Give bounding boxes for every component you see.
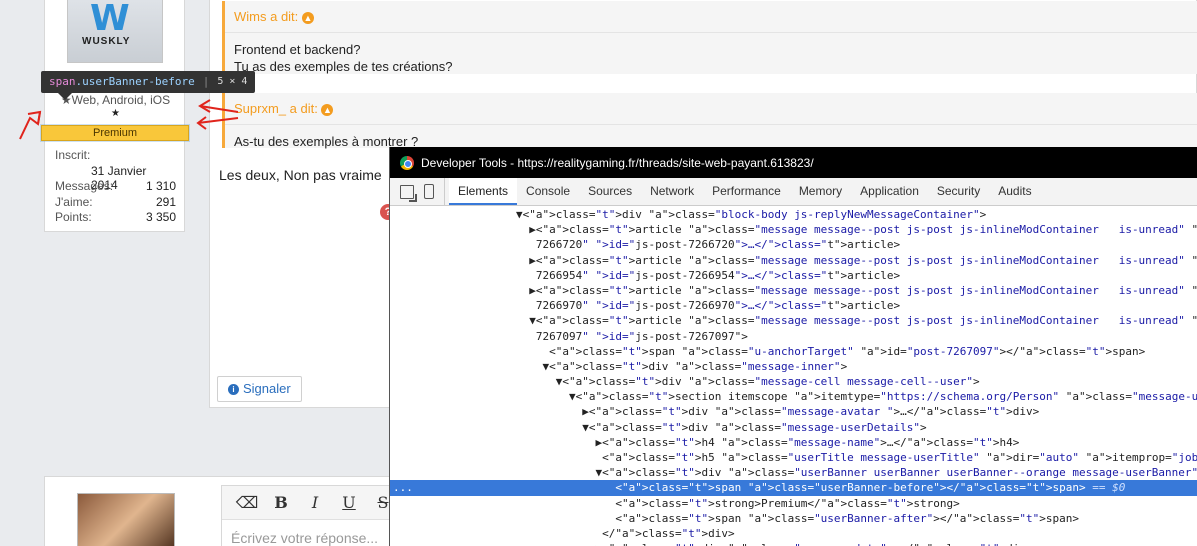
italic-icon[interactable]: I (298, 493, 332, 512)
tooltip-size: 5 × 4 (217, 76, 248, 87)
dom-node-line[interactable]: <"a">class="t">span "a">class="userBanne… (390, 511, 1197, 526)
dom-node-line[interactable]: ▼<"a">class="t">div "a">class="block-bod… (390, 207, 1197, 222)
stat-label: J'aime: (55, 194, 93, 209)
reply-input[interactable]: Écrivez votre réponse... (222, 520, 404, 546)
dom-node-line[interactable]: <"a">class="t">span "a">class="u-anchorT… (390, 344, 1197, 359)
tab-sources[interactable]: Sources (579, 178, 641, 205)
tooltip-arrow (58, 93, 72, 100)
dom-node-line[interactable]: <"a">class="t">span "a">class="userBanne… (390, 480, 1197, 496)
report-label: Signaler (243, 381, 291, 396)
avatar-logo-letter: W (90, 0, 130, 39)
underline-icon[interactable]: U (332, 493, 366, 512)
tab-network[interactable]: Network (641, 178, 703, 205)
tab-security[interactable]: Security (928, 178, 989, 205)
stat-label: Messages: (55, 179, 114, 193)
dom-node-line[interactable]: ▶<"a">class="t">article "a">class="messa… (390, 283, 1197, 298)
tooltip-class: .userBanner-before (75, 75, 195, 88)
quote-line: Frontend et backend? (234, 42, 361, 57)
info-icon: i (228, 383, 239, 395)
dom-node-line[interactable]: 7266954" ">id="js-post-7266954">…</">cla… (390, 268, 1197, 283)
stat-label: Inscrit: (55, 148, 91, 162)
stat-points: Points: 3 350 (55, 210, 176, 226)
quote-suprxm: Suprxm_ a dit: ▲ As-tu des exemples à mo… (222, 93, 1197, 149)
stat-value[interactable]: 3 350 (146, 210, 176, 226)
quote-line: Tu as des exemples de tes créations? (234, 59, 453, 74)
devtools-titlebar[interactable]: Developer Tools - https://realitygaming.… (390, 147, 1197, 178)
chrome-icon (400, 155, 414, 170)
stat-likes: J'aime: 291 (55, 195, 176, 211)
dom-node-line[interactable]: ▼<"a">class="t">article "a">class="messa… (390, 313, 1197, 328)
avatar-logo-text: WUSKLY (82, 36, 131, 47)
selected-node-marker[interactable]: ... (393, 480, 413, 495)
dom-node-line[interactable]: ▶<"a">class="t">article "a">class="messa… (390, 222, 1197, 237)
quote-author[interactable]: Suprxm_ a dit: (234, 101, 318, 116)
arrow-up-icon[interactable]: ▲ (321, 103, 334, 116)
dom-node-line[interactable]: ▼<"a">class="t">div "a">class="userBanne… (390, 465, 1197, 480)
dom-tree: ▼<"a">class="t">div "a">class="block-bod… (390, 206, 1197, 546)
user-stats: Inscrit: 31 Janvier 2014 Messages: 1 310 … (55, 148, 176, 226)
tab-memory[interactable]: Memory (790, 178, 851, 205)
devtools-title: Developer Tools - https://realitygaming.… (421, 155, 814, 170)
dom-node-line[interactable]: ▼<"a">class="t">div "a">class="message-c… (390, 374, 1197, 389)
arrow-up-icon[interactable]: ▲ (301, 11, 314, 24)
stat-registered-value: 31 Janvier 2014 (55, 163, 176, 192)
post-text: Les deux, Non pas vraime (219, 167, 382, 183)
tab-elements[interactable]: Elements (449, 178, 518, 205)
reply-area: ⌫ B I U S Écrivez votre réponse... (44, 476, 405, 546)
quote-author-link[interactable]: Wims a dit: ▲ (225, 1, 1197, 33)
dom-node-line[interactable]: 7266970" ">id="js-post-7266970">…</">cla… (390, 298, 1197, 313)
eraser-icon[interactable]: ⌫ (230, 493, 264, 512)
user-star: ★ (111, 108, 120, 119)
inspector-tooltip: span.userBanner-before | 5 × 4 (41, 71, 256, 93)
avatar[interactable]: W WUSKLY (67, 0, 163, 63)
reply-avatar (77, 493, 175, 546)
tab-console[interactable]: Console (517, 178, 579, 205)
tab-audits[interactable]: Audits (989, 178, 1040, 205)
dom-node-line[interactable]: ▶<"a">class="t">div "a">class="message-a… (390, 404, 1197, 419)
dom-node-line[interactable]: ▶<"a">class="t">div "a">class="message-d… (390, 541, 1197, 546)
dom-node-line[interactable]: 7267097" ">id="js-post-7267097"> (390, 329, 1197, 344)
device-toolbar-icon[interactable] (424, 184, 434, 199)
dom-node-line[interactable]: </"a">class="t">div> (390, 526, 1197, 541)
quote-wims: Wims a dit: ▲ Frontend et backend? Tu as… (222, 1, 1197, 74)
tab-performance[interactable]: Performance (703, 178, 790, 205)
stat-registered-label: Inscrit: (55, 148, 176, 164)
dom-node-line[interactable]: <"a">class="t">h5 "a">class="userTitle m… (390, 450, 1197, 465)
reply-editor[interactable]: ⌫ B I U S Écrivez votre réponse... (221, 485, 405, 546)
devtools-tools (390, 178, 445, 205)
tab-application[interactable]: Application (851, 178, 928, 205)
stat-value: 291 (155, 194, 176, 209)
dom-node-line[interactable]: 7266720" ">id="js-post-7266720">…</">cla… (390, 237, 1197, 252)
user-card: W WUSKLY ★Web, Android, iOS ★ Premium In… (40, 0, 190, 232)
quote-body: Frontend et backend? Tu as des exemples … (225, 33, 1197, 83)
dom-node-line[interactable]: ▶<"a">class="t">article "a">class="messa… (390, 253, 1197, 268)
devtools-window: Developer Tools - https://realitygaming.… (389, 147, 1197, 546)
report-button[interactable]: i Signaler (217, 376, 302, 402)
dom-node-line[interactable]: ▼<"a">class="t">div "a">class="message-u… (390, 420, 1197, 435)
stat-value: 31 Janvier 2014 (91, 163, 147, 192)
user-banner: Premium (41, 125, 189, 141)
dom-node-line[interactable]: ▼<"a">class="t">div "a">class="message-i… (390, 359, 1197, 374)
quote-author-link[interactable]: Suprxm_ a dit: ▲ (225, 93, 1197, 125)
quote-author[interactable]: Wims a dit: (234, 9, 298, 24)
tooltip-separator: | (202, 75, 210, 88)
stat-value[interactable]: 1 310 (146, 179, 176, 195)
dom-node-line[interactable]: <"a">class="t">strong>Premium</"a">class… (390, 496, 1197, 511)
stat-label: Points: (55, 210, 92, 224)
dom-node-line[interactable]: ▼<"a">class="t">section itemscope "a">it… (390, 389, 1197, 404)
tooltip-tag: span (49, 75, 76, 88)
page: Wims a dit: ▲ Frontend et backend? Tu as… (0, 0, 1197, 546)
dom-node-line[interactable]: ▶<"a">class="t">h4 "a">class="message-na… (390, 435, 1197, 450)
editor-toolbar: ⌫ B I U S (222, 486, 404, 520)
bold-icon[interactable]: B (264, 493, 298, 512)
inspect-element-icon[interactable] (400, 184, 414, 199)
devtools-tabs: Elements Console Sources Network Perform… (390, 178, 1197, 206)
